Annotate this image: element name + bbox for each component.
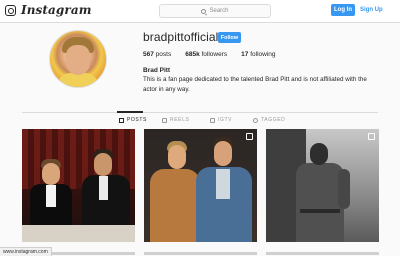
followers-label: followers — [201, 51, 228, 58]
multiple-photos-icon — [368, 133, 375, 140]
profile-stats: 567 posts 685k followers 17 following — [143, 51, 276, 58]
logo-wordmark: Instagram — [21, 3, 92, 17]
camera-icon — [5, 4, 16, 16]
posts-label: posts — [155, 51, 172, 58]
follow-button[interactable]: Follow — [218, 32, 241, 43]
posts-count: 567 — [143, 51, 154, 58]
post-thumbnail[interactable] — [266, 129, 379, 242]
login-button[interactable]: Log In — [331, 4, 355, 16]
tab-igtv-label: IGTV — [218, 117, 233, 123]
grid-icon — [119, 117, 124, 123]
multiple-photos-icon — [246, 133, 253, 140]
search-icon — [201, 8, 207, 14]
tab-reels[interactable]: REELS — [162, 117, 189, 123]
tagged-icon — [253, 117, 258, 123]
active-tab-indicator — [117, 111, 143, 113]
signup-link[interactable]: Sign Up — [360, 4, 383, 16]
followers-count: 685k — [185, 51, 200, 58]
profile-bio: This is a fan page dedicated to the tale… — [143, 76, 367, 93]
status-url: www.instagram.com — [3, 249, 48, 255]
tab-igtv[interactable]: IGTV — [210, 117, 232, 123]
reels-icon — [162, 117, 167, 123]
tabs-divider — [22, 112, 378, 113]
tab-tagged[interactable]: TAGGED — [253, 117, 285, 123]
profile-username: bradpittofficial — [143, 30, 219, 44]
search-placeholder: Search — [209, 8, 229, 14]
post-thumbnail[interactable] — [144, 129, 257, 242]
profile-avatar[interactable] — [49, 30, 107, 88]
following-stat[interactable]: 17 following — [241, 51, 275, 58]
tab-posts[interactable]: POSTS — [119, 117, 147, 123]
profile-full-name: Brad Pitt — [143, 67, 171, 74]
following-label: following — [250, 51, 276, 58]
following-count: 17 — [241, 51, 249, 58]
tab-tagged-label: TAGGED — [261, 117, 286, 123]
top-navigation-bar: Instagram Search Log In Sign Up — [0, 0, 400, 23]
post-thumbnail[interactable] — [22, 129, 135, 242]
tab-reels-label: REELS — [170, 117, 190, 123]
igtv-icon — [210, 117, 215, 123]
posts-stat: 567 posts — [143, 51, 171, 58]
search-input[interactable]: Search — [159, 4, 271, 18]
instagram-logo[interactable]: Instagram — [5, 2, 92, 18]
tab-posts-label: POSTS — [127, 117, 147, 123]
followers-stat[interactable]: 685k followers — [185, 51, 227, 58]
